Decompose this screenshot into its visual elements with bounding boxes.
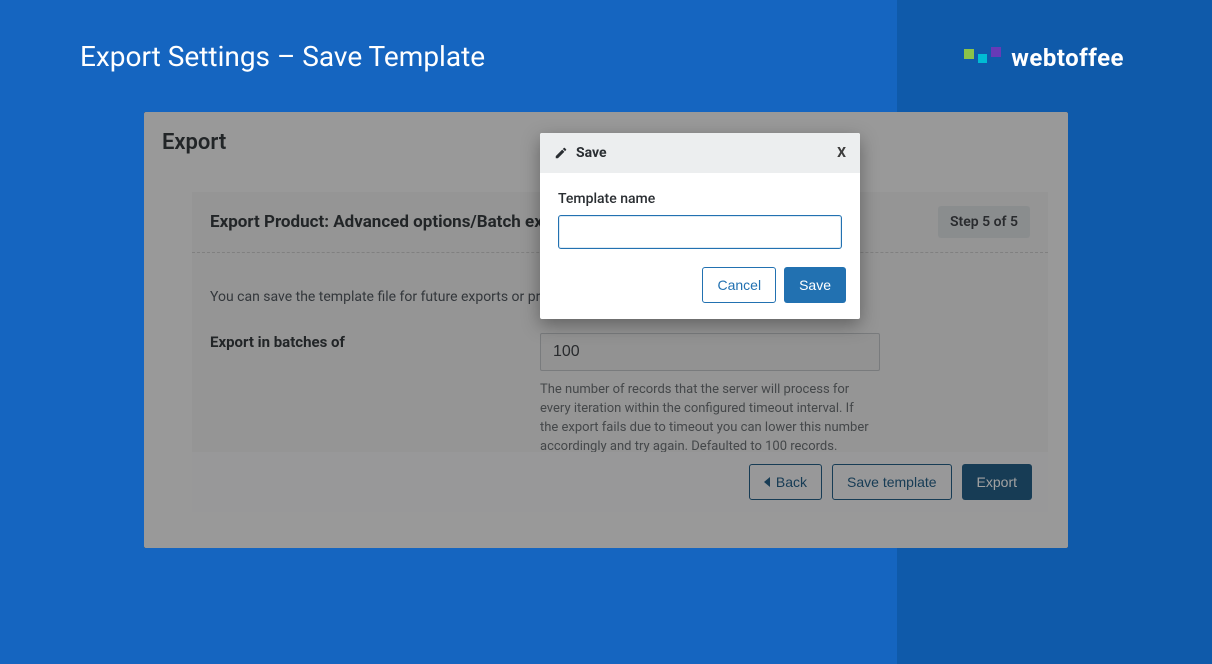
template-name-label: Template name: [558, 191, 842, 207]
modal-header: Save X: [540, 133, 860, 173]
pencil-icon: [554, 146, 568, 160]
template-name-input[interactable]: [558, 215, 842, 249]
page-title: Export Settings – Save Template: [80, 40, 485, 73]
save-button[interactable]: Save: [784, 267, 846, 303]
modal-title: Save: [576, 145, 607, 161]
brand-squares-icon: [964, 53, 1001, 63]
save-button-label: Save: [799, 277, 831, 293]
cancel-button-label: Cancel: [717, 277, 761, 293]
brand-name: webtoffee: [1011, 44, 1124, 72]
close-icon[interactable]: X: [837, 145, 846, 161]
save-template-modal: Save X Template name Cancel Save: [540, 133, 860, 319]
cancel-button[interactable]: Cancel: [702, 267, 776, 303]
brand-logo: webtoffee: [964, 44, 1124, 72]
